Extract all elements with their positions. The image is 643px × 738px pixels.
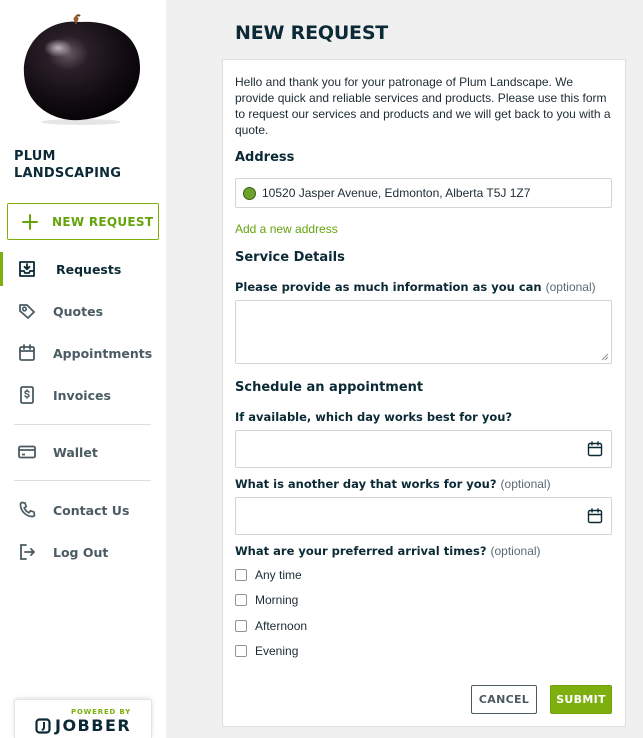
new-request-label: NEW REQUEST — [52, 214, 154, 229]
powered-by-label: POWERED BY — [70, 708, 131, 716]
sidebar-divider — [14, 480, 151, 481]
logout-icon — [20, 544, 35, 560]
another-day-text: What is another day that works for you? — [235, 477, 497, 491]
service-question-text: Please provide as much information as yo… — [235, 280, 542, 294]
checkbox-label: Any time — [255, 568, 302, 582]
resize-grip-icon[interactable] — [601, 353, 609, 361]
checkbox[interactable] — [235, 620, 247, 632]
schedule-heading: Schedule an appointment — [235, 380, 424, 395]
checkbox-label: Afternoon — [255, 619, 308, 633]
sidebar-item-wallet[interactable]: Wallet — [0, 435, 166, 469]
quote-icon — [19, 304, 35, 319]
calendar-icon[interactable] — [587, 441, 603, 457]
add-address-link[interactable]: Add a new address — [235, 222, 338, 236]
phone-icon — [19, 501, 36, 518]
sidebar-item-label: Quotes — [53, 303, 104, 319]
checkbox-label: Evening — [255, 644, 299, 658]
service-details-heading: Service Details — [235, 250, 345, 265]
jobber-brand: JOBBER — [55, 716, 132, 735]
another-day-input[interactable] — [235, 497, 612, 535]
page-title: NEW REQUEST — [235, 22, 389, 44]
service-question-label: Please provide as much information as yo… — [235, 280, 596, 294]
cancel-button[interactable]: CANCEL — [471, 685, 537, 714]
optional-label: (optional) — [490, 544, 541, 558]
arrival-option-evening[interactable]: Evening — [235, 644, 298, 658]
sidebar-item-log-out[interactable]: Log Out — [0, 535, 166, 569]
sidebar-item-appointments[interactable]: Appointments — [0, 336, 166, 370]
plum-logo-image — [23, 14, 140, 125]
arrival-option-any-time[interactable]: Any time — [235, 568, 302, 582]
sidebar-item-label: Wallet — [53, 444, 98, 460]
inbox-download-icon — [19, 261, 35, 277]
sidebar-item-label: Appointments — [53, 345, 153, 361]
another-day-label: What is another day that works for you?(… — [235, 477, 551, 491]
checkbox[interactable] — [235, 569, 247, 581]
sidebar-item-contact-us[interactable]: Contact Us — [0, 493, 166, 527]
calendar-icon — [19, 344, 35, 361]
arrival-option-morning[interactable]: Morning — [235, 593, 298, 607]
address-radio[interactable] — [243, 186, 256, 200]
credit-card-icon — [18, 445, 36, 459]
optional-label: (optional) — [500, 477, 551, 491]
sidebar-divider — [14, 424, 151, 425]
sidebar-item-quotes[interactable]: Quotes — [0, 294, 166, 328]
preferred-day-input[interactable] — [235, 430, 612, 468]
checkbox-label: Morning — [255, 593, 299, 607]
arrival-option-afternoon[interactable]: Afternoon — [235, 619, 307, 633]
sidebar-item-label: Requests — [56, 261, 122, 277]
jobber-logo-icon — [35, 717, 51, 734]
new-request-button[interactable]: NEW REQUEST — [7, 203, 159, 240]
optional-label: (optional) — [545, 280, 596, 294]
address-heading: Address — [235, 150, 295, 165]
address-value: 10520 Jasper Avenue, Edmonton, Alberta T… — [262, 186, 531, 200]
intro-text: Hello and thank you for your patronage o… — [235, 75, 611, 137]
arrival-times-text: What are your preferred arrival times? — [235, 544, 487, 558]
sidebar-item-invoices[interactable]: Invoices — [0, 378, 166, 412]
checkbox[interactable] — [235, 594, 247, 606]
sidebar-item-label: Log Out — [53, 544, 109, 560]
sidebar-item-label: Invoices — [53, 387, 111, 403]
submit-button[interactable]: SUBMIT — [550, 685, 612, 714]
checkbox[interactable] — [235, 645, 247, 657]
arrival-times-label: What are your preferred arrival times? (o… — [235, 544, 541, 558]
sidebar: PLUM LANDSCAPING NEW REQUEST Requests Qu… — [0, 0, 166, 738]
calendar-icon[interactable] — [587, 508, 603, 524]
plus-icon — [8, 213, 52, 231]
company-name: PLUM LANDSCAPING — [14, 149, 122, 181]
preferred-day-label: If available, which day works best for y… — [235, 410, 513, 424]
powered-by-jobber-badge[interactable]: POWERED BY JOBBER — [14, 699, 152, 738]
invoice-dollar-icon — [20, 386, 34, 404]
service-details-textarea[interactable] — [235, 300, 612, 364]
sidebar-item-requests[interactable]: Requests — [0, 252, 166, 286]
address-option[interactable]: 10520 Jasper Avenue, Edmonton, Alberta T… — [235, 178, 612, 208]
sidebar-item-label: Contact Us — [53, 502, 130, 518]
